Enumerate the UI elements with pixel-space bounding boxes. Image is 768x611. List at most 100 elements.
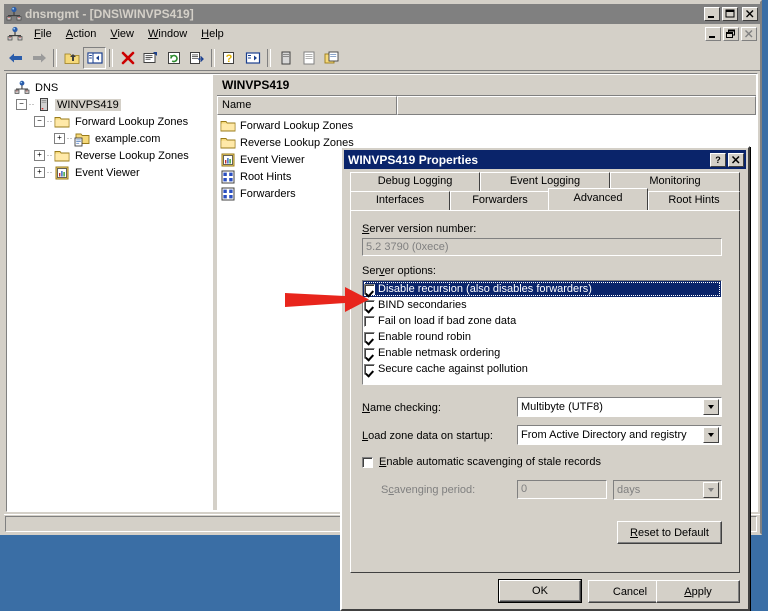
tab-interfaces[interactable]: Interfaces	[350, 191, 450, 210]
option-secure-cache[interactable]: Secure cache against pollution	[363, 361, 721, 377]
ok-button[interactable]: OK	[498, 579, 582, 603]
option-enable-round-robin[interactable]: Enable round robin	[363, 329, 721, 345]
tree-node-server[interactable]: − ·· WINVPS419	[12, 96, 212, 113]
toolbar: ?	[4, 45, 760, 71]
menu-help[interactable]: Help	[194, 26, 231, 42]
list-item[interactable]: Forward Lookup Zones	[217, 117, 756, 134]
mdi-close-button[interactable]	[741, 27, 757, 41]
tree-line: ··	[46, 167, 53, 177]
dns-server-icon	[6, 6, 22, 22]
help-icon[interactable]: ?	[218, 47, 241, 69]
close-button[interactable]	[742, 7, 758, 21]
dialog-help-button[interactable]: ?	[710, 152, 726, 167]
column-header-blank[interactable]	[397, 96, 756, 115]
load-zone-label: Load zone data on startup:	[362, 430, 493, 442]
apply-button[interactable]: Apply	[656, 580, 740, 603]
toolbar-separator	[53, 48, 57, 67]
server-options-listbox[interactable]: Disable recursion (also disables forward…	[362, 280, 722, 385]
column-header-name[interactable]: Name	[217, 96, 397, 115]
expand-expander[interactable]: +	[34, 150, 45, 161]
zone-folder-icon	[74, 131, 90, 147]
properties-icon[interactable]	[139, 47, 162, 69]
window-title: dnsmgmt - [DNS\WINVPS419]	[25, 7, 194, 21]
checkbox-secure-cache[interactable]	[364, 363, 375, 375]
mdi-restore-button[interactable]	[723, 27, 739, 41]
event-viewer-icon	[54, 165, 70, 181]
option-fail-on-load[interactable]: Fail on load if bad zone data	[363, 313, 721, 329]
tab-advanced[interactable]: Advanced	[548, 188, 648, 210]
tree-node-forward-lookup-zones[interactable]: − ·· Forward Lookup Zones	[12, 113, 212, 130]
reset-to-default-label: Reset to Default	[630, 526, 709, 539]
enable-scavenging-row[interactable]: Enable automatic scavenging of stale rec…	[362, 456, 601, 468]
forward-icon[interactable]	[27, 47, 50, 69]
dialog-close-button[interactable]	[728, 152, 744, 167]
mdi-minimize-button[interactable]	[705, 27, 721, 41]
maximize-button[interactable]	[722, 7, 738, 21]
back-icon[interactable]	[4, 47, 27, 69]
expand-expander[interactable]: +	[54, 133, 65, 144]
delete-icon[interactable]	[116, 47, 139, 69]
minimize-button[interactable]	[704, 7, 720, 21]
export-list-icon[interactable]	[185, 47, 208, 69]
chevron-down-icon	[703, 482, 719, 498]
copy-icon[interactable]	[320, 47, 343, 69]
menu-view[interactable]: View	[103, 26, 141, 42]
up-one-level-icon[interactable]	[60, 47, 83, 69]
folder-icon	[220, 118, 236, 134]
load-zone-value: From Active Directory and registry	[521, 429, 687, 441]
collapse-expander[interactable]: −	[16, 99, 27, 110]
server-version-label: Server version number:	[362, 223, 477, 235]
menu-file[interactable]: File	[27, 26, 59, 42]
option-bind-secondaries[interactable]: BIND secondaries	[363, 297, 721, 313]
checkbox-enable-netmask-ordering[interactable]	[364, 347, 375, 359]
tree-node-label: example.com	[95, 132, 161, 145]
reset-to-default-button[interactable]: Reset to Default	[617, 521, 722, 544]
result-pane-title: WINVPS419	[222, 78, 290, 92]
server-icon[interactable]	[274, 47, 297, 69]
dialog-title: WINVPS419 Properties	[348, 152, 479, 167]
apply-label: Apply	[684, 585, 712, 598]
chevron-down-icon[interactable]	[703, 399, 719, 415]
red-arrow-annotation	[283, 283, 383, 319]
tab-root-hints[interactable]: Root Hints	[648, 191, 740, 210]
console-tree-pane[interactable]: DNS − ·· WINVPS419 − ·· Forward Lookup Z…	[8, 75, 212, 510]
list-icon[interactable]	[297, 47, 320, 69]
chevron-down-icon[interactable]	[703, 427, 719, 443]
load-zone-combobox[interactable]: From Active Directory and registry	[517, 425, 722, 445]
list-item-label: Forward Lookup Zones	[240, 119, 354, 132]
tree-node-dns[interactable]: DNS	[12, 79, 212, 96]
name-checking-combobox[interactable]: Multibyte (UTF8)	[517, 397, 722, 417]
server-options-label: Server options:	[362, 265, 436, 277]
scavenging-period-label: Scavenging period:	[381, 484, 476, 496]
properties-dialog: WINVPS419 Properties ? Debug Logging Eve…	[340, 146, 750, 611]
checkbox-enable-round-robin[interactable]	[364, 331, 375, 343]
console-tree: DNS − ·· WINVPS419 − ·· Forward Lookup Z…	[8, 75, 212, 181]
tab-debug-logging[interactable]: Debug Logging	[350, 172, 480, 191]
menu-window[interactable]: Window	[141, 26, 194, 42]
option-label: Disable recursion (also disables forward…	[378, 283, 592, 295]
menu-action[interactable]: Action	[59, 26, 104, 42]
result-pane-header: WINVPS419	[217, 75, 756, 96]
list-item-label: Event Viewer	[240, 153, 305, 166]
show-hide-console-tree-icon[interactable]	[83, 46, 106, 69]
tab-forwarders[interactable]: Forwarders	[450, 191, 550, 210]
new-window-icon[interactable]	[241, 47, 264, 69]
option-label: BIND secondaries	[378, 299, 467, 311]
option-enable-netmask-ordering[interactable]: Enable netmask ordering	[363, 345, 721, 361]
option-label: Fail on load if bad zone data	[378, 315, 517, 327]
collapse-expander[interactable]: −	[34, 116, 45, 127]
option-disable-recursion[interactable]: Disable recursion (also disables forward…	[363, 281, 721, 297]
tree-node-label: Reverse Lookup Zones	[75, 149, 189, 162]
refresh-icon[interactable]	[162, 47, 185, 69]
tree-node-reverse-lookup-zones[interactable]: + ·· Reverse Lookup Zones	[12, 147, 212, 164]
dns-root-icon	[14, 80, 30, 96]
dialog-tabstrip: Debug Logging Event Logging Monitoring I…	[350, 172, 740, 212]
window-titlebar: dnsmgmt - [DNS\WINVPS419]	[4, 4, 760, 24]
list-item-label: Reverse Lookup Zones	[240, 136, 354, 149]
advanced-tab-panel: Server version number: 5.2 3790 (0xece) …	[350, 210, 740, 573]
tree-node-event-viewer[interactable]: + ·· Event Viewer	[12, 164, 212, 181]
expand-expander[interactable]: +	[34, 167, 45, 178]
checkbox-enable-scavenging[interactable]	[362, 456, 373, 468]
scavenging-unit-value: days	[617, 484, 641, 496]
tree-node-example-com[interactable]: + ·· example.com	[12, 130, 212, 147]
